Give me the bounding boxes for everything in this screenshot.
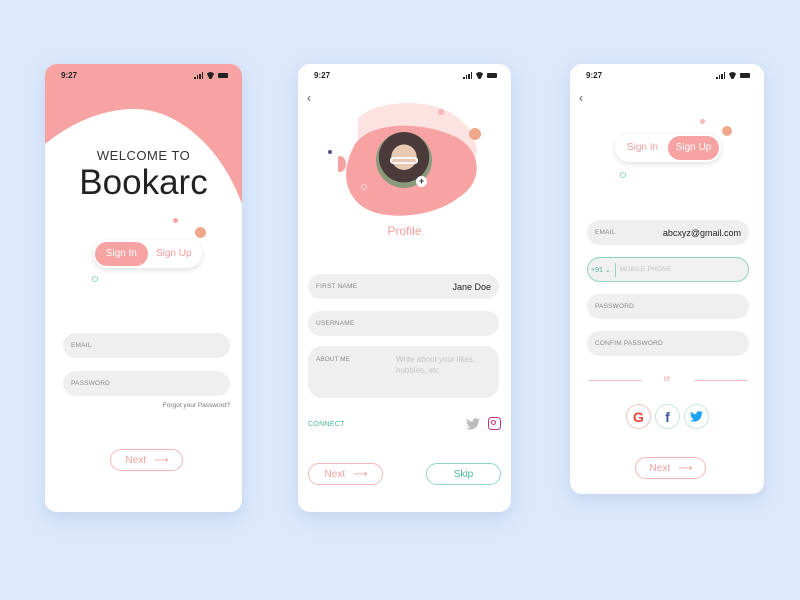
sign-in-tab[interactable]: Sign In: [617, 136, 668, 160]
next-button[interactable]: Next ⟶: [635, 457, 706, 479]
status-bar: 9:27: [298, 70, 511, 84]
battery-icon: [218, 73, 228, 78]
auth-toggle: Sign In Sign Up: [615, 134, 721, 162]
signal-icon: [463, 72, 472, 79]
arrow-right-icon: ⟶: [154, 454, 168, 466]
email-field[interactable]: EMAIL: [63, 333, 230, 358]
battery-icon: [487, 73, 497, 78]
wifi-icon: [206, 72, 215, 79]
twitter-icon: [690, 411, 703, 422]
password-label: PASSWORD: [595, 303, 635, 310]
decor-ring: [620, 172, 626, 178]
password-label: PASSWORD: [71, 380, 111, 387]
password-field[interactable]: PASSWORD: [63, 371, 230, 396]
sign-in-tab[interactable]: Sign In: [95, 242, 148, 266]
status-time: 9:27: [314, 71, 331, 80]
confirm-password-label: CONFIM PASSWORD: [595, 340, 663, 347]
next-button[interactable]: Next ⟶: [308, 463, 383, 485]
back-chevron-icon[interactable]: ‹: [307, 91, 311, 105]
mobile-phone-field[interactable]: +91 ⌄ MOBILE PHONE: [587, 257, 749, 282]
welcome-text: WELCOME TO: [96, 148, 191, 163]
about-me-field[interactable]: ABOUT ME Write about your likes, hobbies…: [308, 346, 499, 398]
skip-label: Skip: [453, 468, 474, 480]
instagram-icon[interactable]: [488, 417, 501, 430]
next-label: Next: [125, 454, 147, 466]
decor-dot: [700, 119, 705, 124]
email-value: abcxyz@gmail.com: [662, 227, 741, 238]
password-field[interactable]: PASSWORD: [587, 294, 749, 319]
connect-label: CONNECT: [308, 421, 345, 428]
wifi-icon: [728, 72, 737, 79]
divider-right: [694, 380, 748, 381]
status-bar: 9:27: [570, 70, 764, 84]
signal-icon: [716, 72, 725, 79]
profile-screen: 9:27 ‹ + Profile FIRST NAME Jane Doe USE…: [298, 64, 511, 512]
divider: [614, 262, 616, 277]
decor-dot: [328, 150, 332, 154]
next-button[interactable]: Next ⟶: [110, 449, 183, 471]
twitter-icon[interactable]: [466, 418, 480, 430]
first-name-field[interactable]: FIRST NAME Jane Doe: [308, 274, 499, 299]
or-label: or: [663, 374, 671, 383]
email-label: EMAIL: [595, 229, 616, 236]
country-code-select[interactable]: +91 ⌄: [591, 266, 611, 274]
first-name-value: Jane Doe: [452, 281, 491, 292]
wifi-icon: [475, 72, 484, 79]
sign-up-tab[interactable]: Sign Up: [148, 242, 201, 266]
arrow-right-icon: ⟶: [353, 468, 367, 480]
status-time: 9:27: [61, 71, 78, 80]
next-label: Next: [649, 462, 671, 474]
auth-toggle: Sign In Sign Up: [93, 240, 202, 268]
facebook-login-button[interactable]: f: [655, 404, 680, 429]
battery-icon: [740, 73, 750, 78]
confirm-password-field[interactable]: CONFIM PASSWORD: [587, 331, 749, 356]
back-chevron-icon[interactable]: ‹: [579, 91, 583, 105]
sign-up-tab[interactable]: Sign Up: [668, 136, 719, 160]
status-time: 9:27: [586, 71, 603, 80]
skip-button[interactable]: Skip: [426, 463, 501, 485]
status-bar: 9:27: [45, 70, 242, 84]
first-name-label: FIRST NAME: [316, 283, 358, 290]
sign-in-screen: 9:27 WELCOME TO Bookarc Sign In Sign Up …: [45, 64, 242, 512]
decor-dot: [722, 126, 732, 136]
username-label: USERNAME: [316, 320, 355, 327]
profile-title: Profile: [387, 224, 422, 238]
username-field[interactable]: USERNAME: [308, 311, 499, 336]
google-login-button[interactable]: G: [626, 404, 651, 429]
signal-icon: [194, 72, 203, 79]
email-label: EMAIL: [71, 342, 92, 349]
decor-ring: [92, 276, 98, 282]
add-photo-icon[interactable]: +: [416, 176, 427, 187]
app-name: Bookarc: [79, 163, 208, 202]
email-field[interactable]: EMAIL abcxyz@gmail.com: [587, 220, 749, 245]
next-label: Next: [324, 468, 346, 480]
sign-up-screen: 9:27 ‹ Sign In Sign Up EMAIL abcxyz@gmai…: [570, 64, 764, 494]
forgot-password-link[interactable]: Forgot your Password?: [163, 402, 230, 409]
twitter-login-button[interactable]: [684, 404, 709, 429]
decor-dot: [173, 218, 178, 223]
about-me-placeholder: Write about your likes, hobbies, etc: [396, 355, 475, 375]
arrow-right-icon: ⟶: [678, 462, 692, 474]
facebook-icon: f: [665, 408, 670, 425]
mobile-phone-placeholder: MOBILE PHONE: [619, 266, 672, 273]
google-icon: G: [633, 408, 644, 425]
decor-dot: [195, 227, 206, 238]
about-me-label: ABOUT ME: [316, 356, 350, 363]
